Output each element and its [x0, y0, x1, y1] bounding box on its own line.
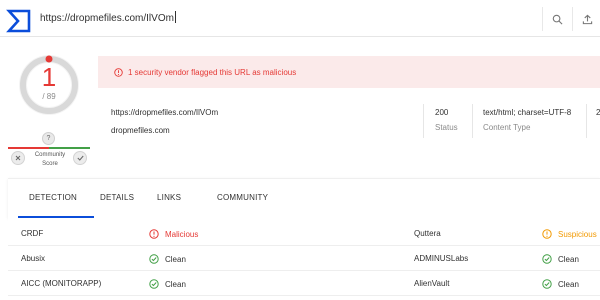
verdict-label: Malicious: [165, 229, 199, 239]
tab-details[interactable]: DETAILS: [100, 193, 134, 202]
tab-detection[interactable]: DETECTION: [29, 193, 77, 202]
top-divider: [0, 36, 600, 37]
check-circle-icon: [149, 279, 159, 289]
alert-circle-icon: [149, 229, 159, 239]
search-button[interactable]: [542, 7, 572, 31]
text-caret: [174, 11, 176, 23]
detection-count: 1: [41, 62, 57, 92]
check-circle-icon: [149, 254, 159, 264]
check-circle-icon: [542, 279, 552, 289]
vote-harmless-button[interactable]: [73, 151, 87, 165]
vendor-name: Quttera: [414, 229, 441, 238]
vendor-name: CRDF: [21, 229, 44, 238]
info-divider: [586, 104, 587, 138]
top-bar: https://dropmefiles.com/IlVOm: [0, 0, 600, 40]
verdict-label: Clean: [165, 254, 186, 264]
vendor-verdict: Clean: [542, 272, 579, 296]
info-divider: [423, 104, 424, 138]
vendor-name: AlienVault: [414, 279, 450, 288]
verdict-label: Clean: [165, 279, 186, 289]
table-row: Abusix Clean ADMINUSLabs Clean: [8, 247, 600, 271]
vendor-name: Abusix: [21, 254, 46, 263]
search-input-value: https://dropmefiles.com/IlVOm: [40, 13, 174, 24]
status-value: 200: [435, 108, 449, 117]
vendor-verdict: Malicious: [149, 222, 198, 246]
vendor-verdict: Clean: [149, 247, 186, 271]
virustotal-logo-icon[interactable]: [6, 8, 32, 34]
upload-icon: [582, 14, 593, 24]
verdict-label: Clean: [558, 254, 579, 264]
table-row: AICC (MONITORAPP) Clean AlienVault Clean: [8, 272, 600, 296]
info-divider: [472, 104, 473, 138]
check-icon: [76, 155, 84, 161]
content-type-value: text/html; charset=UTF-8: [483, 108, 572, 117]
search-icon: [552, 14, 563, 24]
status-label: Status: [435, 123, 458, 132]
alert-circle-icon: [114, 67, 123, 77]
community-score-label: Community Score: [28, 151, 72, 169]
community-bar-positive: [49, 147, 90, 149]
table-row: CRDF Malicious Quttera Suspicious: [8, 222, 600, 246]
vendor-name: ADMINUSLabs: [414, 254, 469, 263]
content-type-label: Content Type: [483, 123, 531, 132]
community-label-line2: Score: [42, 161, 58, 167]
alert-circle-icon: [542, 229, 552, 239]
alert-text: 1 security vendor flagged this URL as ma…: [128, 67, 297, 77]
tab-community[interactable]: COMMUNITY: [217, 193, 268, 202]
scanned-url[interactable]: https://dropmefiles.com/IlVOm: [111, 108, 218, 117]
tab-links[interactable]: LINKS: [157, 193, 181, 202]
verdict-label: Clean: [558, 279, 579, 289]
community-score-value: ?: [42, 132, 55, 145]
community-label-line1: Community: [34, 152, 66, 158]
vendor-verdict: Clean: [542, 247, 579, 271]
verdict-label: Suspicious: [558, 229, 597, 239]
vendor-verdict: Suspicious: [542, 222, 597, 246]
close-icon: [15, 155, 21, 161]
tab-bar: DETECTION DETAILS LINKS COMMUNITY: [8, 178, 600, 218]
check-circle-icon: [542, 254, 552, 264]
vendor-verdict: Clean: [149, 272, 186, 296]
vendor-name: AICC (MONITORAPP): [21, 279, 102, 288]
upload-button[interactable]: [572, 7, 600, 31]
search-input[interactable]: https://dropmefiles.com/IlVOm: [40, 8, 540, 30]
community-bar-negative: [8, 147, 49, 149]
engine-total: / 89: [42, 92, 56, 101]
vote-harmful-button[interactable]: [11, 151, 25, 165]
cut-off-value: 2: [596, 108, 600, 117]
scanned-host[interactable]: dropmefiles.com: [111, 126, 170, 135]
malicious-alert-banner: 1 security vendor flagged this URL as ma…: [98, 56, 600, 88]
